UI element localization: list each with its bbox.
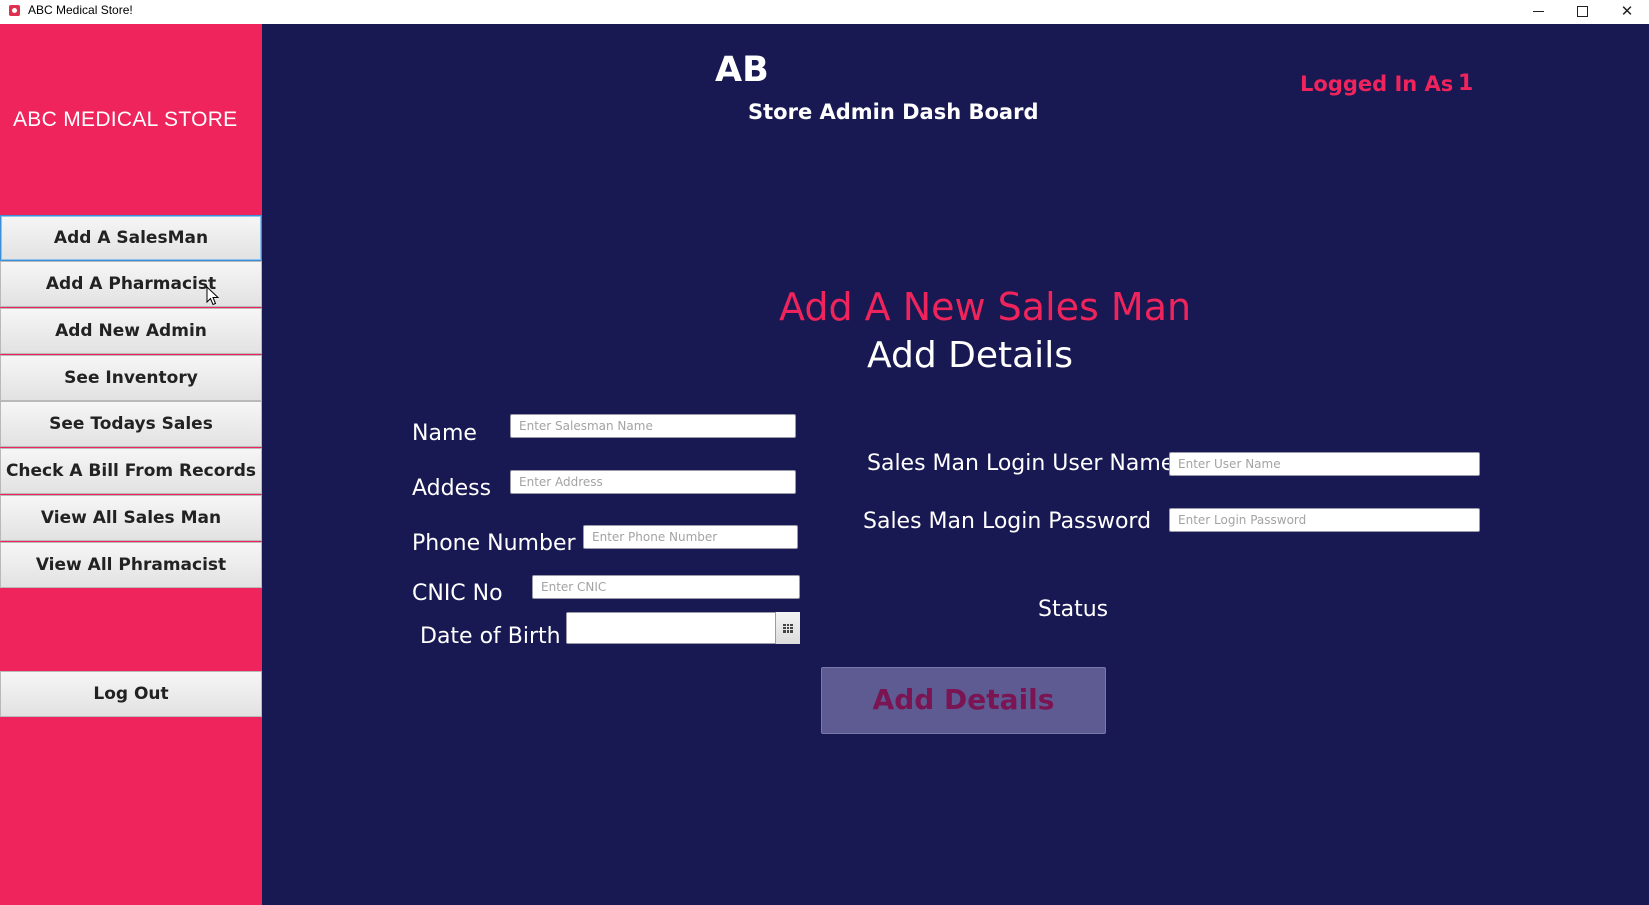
sidebar-item-add-salesman[interactable]: Add A SalesMan	[0, 215, 262, 261]
store-name: ABC MEDICAL STORE	[13, 108, 238, 131]
form-title: Add A New Sales Man	[779, 285, 1192, 329]
sidebar-item-check-bill[interactable]: Check A Bill From Records	[0, 448, 262, 494]
phone-input[interactable]	[583, 525, 798, 549]
main-panel: AB Store Admin Dash Board Logged In As 1…	[262, 24, 1649, 905]
logged-in-label: Logged In As	[1300, 72, 1454, 96]
calendar-icon	[783, 623, 793, 633]
mouse-cursor-icon	[206, 286, 220, 306]
dob-input[interactable]	[567, 613, 776, 643]
dob-label: Date of Birth	[420, 624, 561, 649]
status-label: Status	[1038, 597, 1109, 622]
store-abbreviation: AB	[715, 50, 769, 90]
address-input[interactable]	[510, 470, 796, 494]
add-details-button[interactable]: Add Details	[821, 667, 1106, 734]
salesman-name-input[interactable]	[510, 414, 796, 438]
address-label: Addess	[412, 476, 492, 501]
username-label: Sales Man Login User Name	[867, 451, 1175, 476]
logged-in-value: 1	[1458, 71, 1474, 96]
maximize-icon	[1576, 5, 1588, 17]
dashboard-title: Store Admin Dash Board	[748, 100, 1039, 124]
username-input[interactable]	[1169, 452, 1480, 476]
password-input[interactable]	[1169, 508, 1480, 532]
minimize-button[interactable]	[1516, 0, 1560, 22]
window-title: ABC Medical Store!	[28, 3, 133, 17]
close-button[interactable]: ✕	[1605, 0, 1649, 22]
cnic-input[interactable]	[532, 575, 800, 599]
sidebar-item-view-pharmacists[interactable]: View All Phramacist	[0, 542, 262, 588]
sidebar-item-add-admin[interactable]: Add New Admin	[0, 308, 262, 354]
window-title-bar: ABC Medical Store! ✕	[0, 0, 1649, 24]
sidebar: ABC MEDICAL STORE Add A SalesMan Add A P…	[0, 24, 262, 905]
close-icon: ✕	[1620, 2, 1634, 20]
app-icon	[9, 5, 20, 16]
calendar-button[interactable]	[775, 612, 800, 644]
cnic-label: CNIC No	[412, 581, 503, 606]
phone-label: Phone Number	[412, 531, 576, 556]
dob-date-picker	[566, 612, 800, 644]
minimize-icon	[1532, 10, 1544, 12]
sidebar-item-view-salesmen[interactable]: View All Sales Man	[0, 495, 262, 541]
name-label: Name	[412, 421, 477, 446]
sidebar-item-todays-sales[interactable]: See Todays Sales	[0, 401, 262, 447]
maximize-button[interactable]	[1560, 0, 1604, 22]
logout-button[interactable]: Log Out	[0, 671, 262, 717]
sidebar-item-see-inventory[interactable]: See Inventory	[0, 355, 262, 401]
password-label: Sales Man Login Password	[863, 509, 1152, 534]
form-subtitle: Add Details	[867, 335, 1073, 376]
sidebar-item-add-pharmacist[interactable]: Add A Pharmacist	[0, 261, 262, 307]
